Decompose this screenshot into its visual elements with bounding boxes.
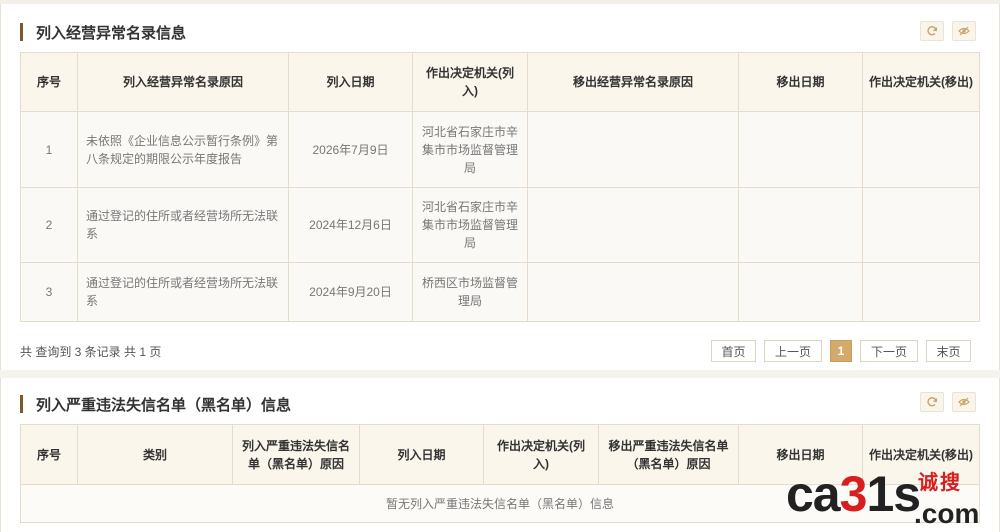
cell-remove-reason xyxy=(527,187,739,263)
cell-remove-authority xyxy=(862,187,980,263)
watermark-domain: .com xyxy=(914,498,980,529)
cell-reason: 未依照《企业信息公示暂行条例》第八条规定的期限公示年度报告 xyxy=(77,111,289,188)
cell-remove-date xyxy=(738,187,863,263)
section-blacklist-title: 列入严重违法失信名单（黑名单）信息 xyxy=(20,393,291,415)
cell-reason: 通过登记的住所或者经营场所无法联系 xyxy=(77,262,289,322)
table-header-row: 序号 列入经营异常名录原因 列入日期 作出决定机关(列入) 移出经营异常名录原因… xyxy=(20,52,980,112)
hide-button[interactable] xyxy=(952,392,976,412)
col-header-remove-authority: 作出决定机关(移出) xyxy=(862,52,980,112)
refresh-icon xyxy=(927,26,938,36)
page-next-button[interactable]: 下一页 xyxy=(860,340,918,362)
section-divider xyxy=(0,370,1000,378)
cell-remove-reason xyxy=(527,262,739,322)
eye-off-icon xyxy=(958,397,970,407)
cell-remove-date xyxy=(738,262,863,322)
title-accent-bar xyxy=(20,395,23,413)
cell-remove-date xyxy=(738,111,863,188)
page-prev-button[interactable]: 上一页 xyxy=(764,340,822,362)
refresh-button[interactable] xyxy=(920,21,944,41)
col-header-remove-reason: 移出经营异常名录原因 xyxy=(527,52,739,112)
cell-authority: 河北省石家庄市辛集市市场监督管理局 xyxy=(412,187,528,263)
section-blacklist-title-text: 列入严重违法失信名单（黑名单）信息 xyxy=(36,396,292,414)
table-row: 1 未依照《企业信息公示暂行条例》第八条规定的期限公示年度报告 2026年7月9… xyxy=(20,111,980,188)
cell-no: 2 xyxy=(20,187,78,263)
cell-remove-authority xyxy=(862,111,980,188)
col-header-remove-date: 移出日期 xyxy=(738,52,863,112)
table-row: 2 通过登记的住所或者经营场所无法联系 2024年12月6日 河北省石家庄市辛集… xyxy=(20,187,980,263)
col-header-date: 列入日期 xyxy=(288,52,413,112)
col-header-authority: 作出决定机关(列入) xyxy=(483,424,599,485)
cell-date: 2026年7月9日 xyxy=(288,111,413,188)
cell-remove-authority xyxy=(862,262,980,322)
cell-authority: 桥西区市场监督管理局 xyxy=(412,262,528,322)
col-header-no: 序号 xyxy=(20,52,78,112)
col-header-reason: 列入经营异常名录原因 xyxy=(77,52,289,112)
section-abnormal-title: 列入经营异常名录信息 xyxy=(20,21,186,43)
col-header-category: 类别 xyxy=(77,424,233,485)
cell-remove-reason xyxy=(527,111,739,188)
abnormal-list-table: 序号 列入经营异常名录原因 列入日期 作出决定机关(列入) 移出经营异常名录原因… xyxy=(20,52,980,322)
section-abnormal-title-text: 列入经营异常名录信息 xyxy=(36,24,187,42)
cell-date: 2024年9月20日 xyxy=(288,262,413,322)
watermark-cn-text: 诚搜 xyxy=(918,472,962,494)
refresh-button[interactable] xyxy=(920,392,944,412)
refresh-icon xyxy=(927,397,938,407)
title-accent-bar xyxy=(20,23,23,41)
cell-date: 2024年12月6日 xyxy=(288,187,413,263)
page-current-button[interactable]: 1 xyxy=(830,340,852,362)
cell-authority: 河北省石家庄市辛集市市场监督管理局 xyxy=(412,111,528,188)
cell-no: 1 xyxy=(20,111,78,188)
col-header-date: 列入日期 xyxy=(359,424,484,485)
cell-reason: 通过登记的住所或者经营场所无法联系 xyxy=(77,187,289,263)
hide-button[interactable] xyxy=(952,21,976,41)
table-row: 3 通过登记的住所或者经营场所无法联系 2024年9月20日 桥西区市场监督管理… xyxy=(20,262,980,322)
site-watermark-logo: ca31s 诚搜 .com xyxy=(786,464,992,529)
page-last-button[interactable]: 末页 xyxy=(926,340,971,362)
cell-no: 3 xyxy=(20,262,78,322)
col-header-no: 序号 xyxy=(20,424,78,485)
col-header-reason: 列入严重违法失信名单（黑名单）原因 xyxy=(232,424,360,485)
col-header-remove-reason: 移出严重违法失信名单（黑名单）原因 xyxy=(598,424,739,485)
page-first-button[interactable]: 首页 xyxy=(711,340,756,362)
col-header-authority: 作出决定机关(列入) xyxy=(412,52,528,112)
record-summary: 共 查询到 3 条记录 共 1 页 xyxy=(20,345,162,359)
top-divider xyxy=(0,0,1000,4)
watermark-wordmark: ca31s xyxy=(786,466,921,522)
eye-off-icon xyxy=(958,26,970,36)
